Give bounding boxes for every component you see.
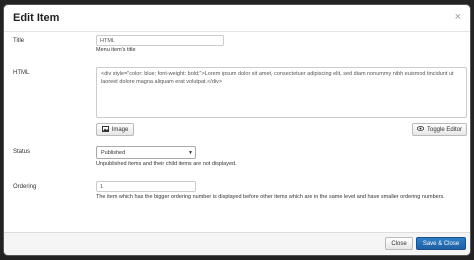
title-input[interactable]: HTML — [96, 35, 224, 46]
edit-item-dialog: Edit Item × Title HTML Menu item's title… — [3, 4, 471, 256]
image-button[interactable]: Image — [96, 123, 134, 136]
status-label: Status — [13, 149, 31, 155]
status-select[interactable]: Published ▼ — [96, 146, 196, 159]
toggle-editor-label: Toggle Editor — [426, 126, 463, 133]
title-help: Menu item's title — [96, 47, 136, 53]
toggle-editor-button[interactable]: Toggle Editor — [412, 123, 467, 136]
dialog-footer: Close Save & Close — [4, 232, 470, 255]
html-textarea[interactable]: <div style="color: blue; font-weight: bo… — [96, 67, 467, 118]
ordering-label: Ordering — [13, 184, 37, 190]
chevron-down-icon: ▼ — [188, 149, 193, 156]
ordering-input[interactable]: 1 — [96, 181, 196, 192]
status-help: Unpublished items and their child items … — [96, 161, 237, 167]
ordering-help: The item which has the bigger ordering n… — [96, 194, 445, 200]
eye-icon — [416, 126, 425, 133]
html-label: HTML — [13, 70, 30, 76]
title-label: Title — [13, 38, 25, 44]
dialog-title: Edit Item — [13, 12, 60, 24]
close-button[interactable]: Close — [385, 237, 413, 250]
save-close-button[interactable]: Save & Close — [416, 237, 466, 250]
close-icon[interactable]: × — [455, 12, 461, 23]
image-button-label: Image — [111, 126, 129, 133]
dialog-header: Edit Item × — [4, 5, 470, 32]
status-selected-value: Published — [101, 149, 126, 156]
image-icon — [101, 125, 109, 134]
